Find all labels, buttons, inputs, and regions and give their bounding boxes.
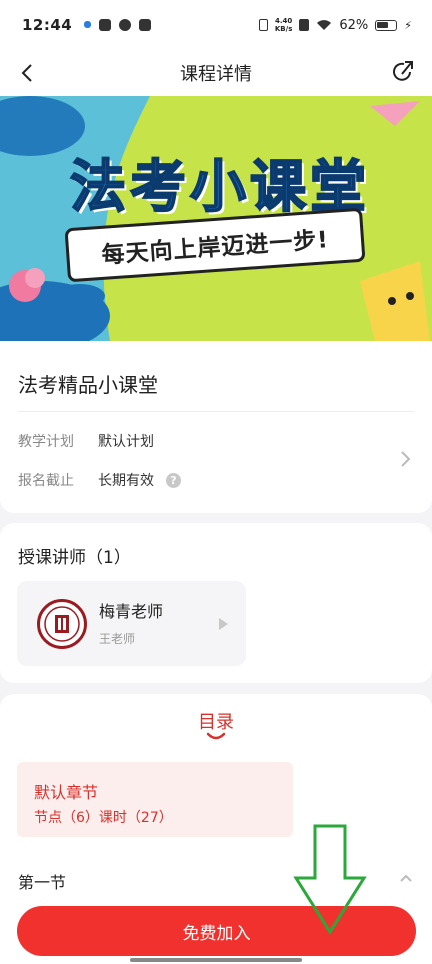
teaching-plan-label: 教学计划 bbox=[18, 434, 74, 450]
status-right: 4.40 KB/s 62% ⚡ bbox=[258, 17, 412, 33]
sim-icon bbox=[299, 19, 310, 31]
chapter-title: 默认章节 bbox=[34, 783, 99, 802]
share-button[interactable] bbox=[388, 57, 418, 87]
app-notification-icon bbox=[84, 21, 92, 28]
battery-percent: 62% bbox=[339, 17, 369, 33]
course-name: 法考精品小课堂 bbox=[18, 373, 158, 397]
tab-indicator-icon bbox=[206, 732, 226, 740]
teaching-plan-row: 教学计划 默认计划 bbox=[18, 431, 154, 451]
notification-icons bbox=[84, 19, 152, 31]
status-bar: 12:44 4.40 KB/s 62% ⚡ bbox=[0, 0, 432, 50]
chapter-card[interactable]: 默认章节 节点（6）课时（27） bbox=[17, 762, 293, 837]
enroll-deadline-value: 长期有效 bbox=[98, 473, 154, 489]
mail-notification-icon bbox=[99, 19, 112, 31]
page-title: 课程详情 bbox=[180, 64, 252, 85]
course-info-card[interactable]: 法考精品小课堂 教学计划 默认计划 报名截止 长期有效 ? bbox=[0, 341, 432, 513]
vibrate-icon bbox=[258, 19, 268, 31]
enroll-deadline-row: 报名截止 长期有效 ? bbox=[18, 470, 181, 490]
chevron-up-icon[interactable] bbox=[398, 872, 414, 884]
teacher-subtitle: 王老师 bbox=[99, 632, 136, 646]
net-speed: 4.40 KB/s bbox=[274, 17, 293, 33]
chapter-meta: 节点（6）课时（27） bbox=[34, 810, 173, 826]
teaching-plan-value: 默认计划 bbox=[98, 434, 154, 450]
battery-icon bbox=[375, 19, 398, 31]
section-row-title[interactable]: 第一节 bbox=[18, 869, 66, 893]
teachers-card: 授课讲师（1） 梅青老师 王老师 bbox=[0, 523, 432, 683]
sync-notification-icon bbox=[119, 19, 132, 31]
home-indicator bbox=[130, 958, 302, 962]
charging-icon: ⚡ bbox=[404, 18, 412, 32]
teachers-title: 授课讲师（1） bbox=[18, 548, 131, 568]
chevron-right-icon bbox=[401, 451, 411, 467]
school-logo-icon bbox=[44, 606, 80, 642]
wifi-icon bbox=[317, 20, 332, 30]
enroll-deadline-label: 报名截止 bbox=[18, 473, 74, 489]
teacher-card[interactable]: 梅青老师 王老师 bbox=[17, 581, 246, 666]
tab-catalog[interactable]: 目录 bbox=[0, 708, 432, 734]
course-banner: 法考小课堂 每天向上岸迈进一步! bbox=[0, 96, 432, 341]
share-icon bbox=[393, 61, 413, 81]
teacher-avatar bbox=[37, 599, 87, 649]
divider bbox=[18, 411, 414, 412]
help-icon[interactable]: ? bbox=[166, 472, 181, 488]
status-time: 12:44 bbox=[22, 16, 73, 34]
chevron-left-icon bbox=[21, 64, 32, 82]
store-notification-icon bbox=[139, 19, 152, 31]
play-icon bbox=[219, 618, 228, 630]
teacher-name: 梅青老师 bbox=[99, 602, 164, 621]
nav-bar: 课程详情 bbox=[0, 50, 432, 96]
down-arrow-icon bbox=[293, 824, 367, 935]
back-button[interactable] bbox=[14, 58, 40, 88]
